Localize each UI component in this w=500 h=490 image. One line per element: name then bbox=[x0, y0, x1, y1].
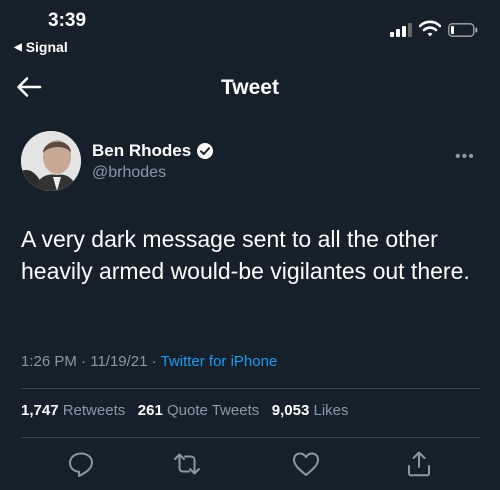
author-name: Ben Rhodes bbox=[92, 141, 192, 160]
retweet-icon[interactable] bbox=[172, 449, 202, 479]
back-triangle-icon: ◀ bbox=[14, 41, 22, 53]
cellular-signal-icon bbox=[390, 23, 412, 37]
back-app-label: Signal bbox=[25, 39, 68, 55]
likes-count: 9,053 bbox=[271, 402, 310, 419]
nav-header: Tweet bbox=[0, 66, 500, 110]
reply-icon[interactable] bbox=[66, 449, 96, 479]
author-name-row[interactable]: Ben Rhodes bbox=[92, 141, 214, 161]
meta-separator: · bbox=[147, 353, 161, 370]
back-to-app-link[interactable]: ◀ Signal bbox=[14, 39, 68, 55]
status-time: 3:39 bbox=[48, 10, 87, 31]
meta-separator: · bbox=[76, 353, 91, 370]
status-bar: 3:39 ◀ Signal bbox=[0, 0, 500, 60]
verified-badge-icon bbox=[197, 143, 214, 159]
avatar[interactable] bbox=[21, 131, 81, 191]
retweets-count: 1,747 bbox=[21, 402, 59, 419]
page-title: Tweet bbox=[221, 76, 279, 99]
tweet-date: 11/19/21 bbox=[90, 353, 148, 370]
tweet-stats: 1,747 Retweets 261 Quote Tweets 9,053 Li… bbox=[21, 402, 349, 419]
quote-tweets-label: Quote Tweets bbox=[166, 402, 260, 419]
avatar-photo bbox=[21, 131, 81, 191]
likes-label: Likes bbox=[313, 402, 349, 419]
tweet-meta: 1:26 PM · 11/19/21 · Twitter for iPhone bbox=[21, 353, 277, 370]
quote-tweets-count: 261 bbox=[137, 402, 163, 419]
tweet-source-link[interactable]: Twitter for iPhone bbox=[161, 353, 278, 370]
more-dots-icon[interactable]: ••• bbox=[455, 148, 475, 166]
divider bbox=[21, 437, 480, 438]
retweets-stat[interactable]: 1,747 Retweets bbox=[21, 402, 125, 419]
tweet-text: A very dark message sent to all the othe… bbox=[21, 226, 470, 284]
tweet-actions bbox=[0, 449, 500, 481]
share-icon[interactable] bbox=[404, 449, 434, 479]
retweets-label: Retweets bbox=[62, 402, 126, 419]
author-handle[interactable]: @brhodes bbox=[92, 164, 166, 182]
quote-tweets-stat[interactable]: 261 Quote Tweets bbox=[138, 402, 259, 419]
likes-stat[interactable]: 9,053 Likes bbox=[272, 402, 349, 419]
battery-icon bbox=[448, 23, 478, 37]
wifi-icon bbox=[419, 20, 441, 37]
tweet-time: 1:26 PM bbox=[21, 353, 77, 370]
heart-icon[interactable] bbox=[291, 449, 321, 479]
divider bbox=[21, 388, 480, 389]
